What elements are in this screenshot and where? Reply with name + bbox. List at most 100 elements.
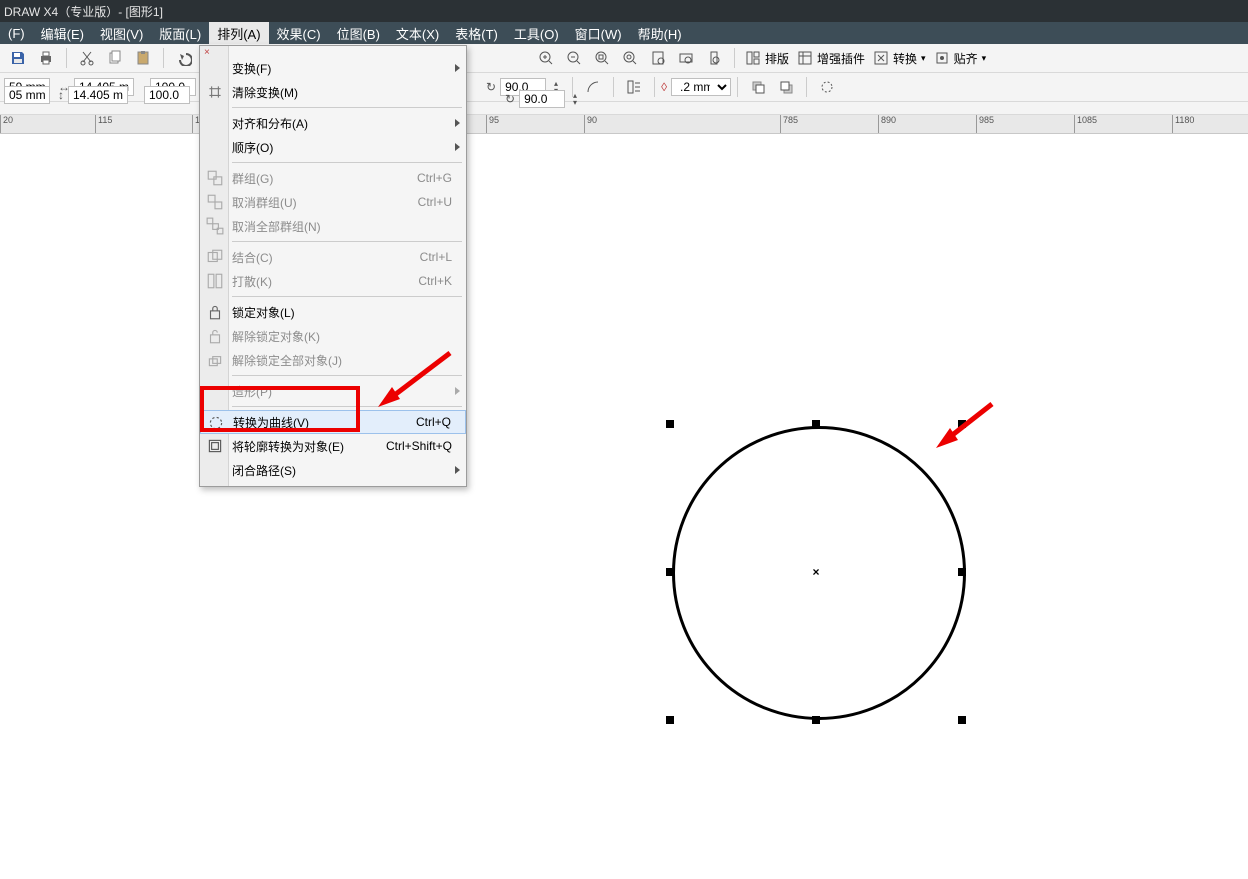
ruler-tick: 20 xyxy=(3,115,13,125)
dd-label: 转换为曲线(V) xyxy=(233,414,309,431)
y-field[interactable] xyxy=(4,86,50,104)
dd-label: 解除锁定全部对象(J) xyxy=(232,352,342,369)
scale-h-field[interactable] xyxy=(144,86,190,104)
cut-icon[interactable] xyxy=(76,47,98,69)
menu-edit[interactable]: 编辑(E) xyxy=(33,22,92,44)
dd-convert-to-curve[interactable]: 转换为曲线(V) Ctrl+Q xyxy=(200,410,466,434)
title-text: DRAW X4（专业版）- [图形1] xyxy=(4,3,163,20)
zoom-out-icon[interactable] xyxy=(563,47,585,69)
zoom-all-icon[interactable] xyxy=(619,47,641,69)
ruler-tick: 95 xyxy=(489,115,499,125)
dd-unlock-all: 解除锁定全部对象(J) xyxy=(200,348,466,372)
height-field[interactable] xyxy=(68,86,128,104)
dd-label: 闭合路径(S) xyxy=(232,462,296,479)
separator xyxy=(66,48,67,68)
sel-handle-tm[interactable] xyxy=(812,420,820,428)
menu-layout[interactable]: 版面(L) xyxy=(151,22,209,44)
submenu-arrow-icon xyxy=(455,466,460,474)
menu-effects[interactable]: 效果(C) xyxy=(269,22,329,44)
convert-icon xyxy=(873,50,889,66)
zoom-width-icon[interactable] xyxy=(675,47,697,69)
submenu-arrow-icon xyxy=(455,387,460,395)
app-root: DRAW X4（专业版）- [图形1] (F) 编辑(E) 视图(V) 版面(L… xyxy=(0,0,1248,879)
paste-icon[interactable] xyxy=(132,47,154,69)
zoom-height-icon[interactable] xyxy=(703,47,725,69)
ruler-tick: 890 xyxy=(881,115,896,125)
sel-handle-br[interactable] xyxy=(958,716,966,724)
combine-icon xyxy=(206,248,224,266)
snap-icon xyxy=(934,50,950,66)
layout-button[interactable]: 排版 xyxy=(745,50,789,67)
dd-shortcut: Ctrl+Q xyxy=(416,415,451,429)
dd-clear-transform[interactable]: 清除变换(M) xyxy=(200,80,466,104)
dd-order[interactable]: 顺序(O) xyxy=(200,135,466,159)
arc-icon[interactable] xyxy=(582,76,604,98)
dd-label: 取消全部群组(N) xyxy=(232,218,321,235)
dd-lock[interactable]: 锁定对象(L) xyxy=(200,300,466,324)
dd-separator xyxy=(232,241,462,242)
plugin-button[interactable]: 增强插件 xyxy=(797,50,865,67)
outline-field[interactable]: .2 mm xyxy=(671,78,731,96)
zoom-page-icon[interactable] xyxy=(647,47,669,69)
dd-transform[interactable]: 变换(F) xyxy=(200,56,466,80)
ruler-tick: 1085 xyxy=(1077,115,1097,125)
ruler-tick: 985 xyxy=(979,115,994,125)
convert-label: 转换 xyxy=(893,50,917,67)
dd-shape: 造形(P) xyxy=(200,379,466,403)
angle2-stepper[interactable]: ▴▾ xyxy=(568,88,582,110)
separator xyxy=(806,77,807,97)
submenu-arrow-icon xyxy=(455,119,460,127)
lock-icon xyxy=(206,303,224,321)
dd-align-distribute[interactable]: 对齐和分布(A) xyxy=(200,111,466,135)
menu-tools[interactable]: 工具(O) xyxy=(506,22,567,44)
menu-help[interactable]: 帮助(H) xyxy=(630,22,690,44)
canvas[interactable]: × xyxy=(0,134,1248,879)
sel-handle-ml[interactable] xyxy=(666,568,674,576)
sel-handle-tl[interactable] xyxy=(666,420,674,428)
dd-ungroup-all: 取消全部群组(N) xyxy=(200,214,466,238)
rotate-icon: ↻ xyxy=(486,80,496,94)
dd-label: 将轮廓转换为对象(E) xyxy=(232,438,344,455)
menu-table[interactable]: 表格(T) xyxy=(447,22,506,44)
to-curve-icon[interactable] xyxy=(816,76,838,98)
menu-window[interactable]: 窗口(W) xyxy=(567,22,630,44)
copy-icon[interactable] xyxy=(104,47,126,69)
sel-handle-bm[interactable] xyxy=(812,716,820,724)
dd-shortcut: Ctrl+K xyxy=(418,274,452,288)
menu-arrange[interactable]: 排列(A) xyxy=(209,22,268,44)
menu-file[interactable]: (F) xyxy=(0,22,33,44)
sel-handle-tr[interactable] xyxy=(958,420,966,428)
to-front-icon[interactable] xyxy=(747,76,769,98)
sel-handle-bl[interactable] xyxy=(666,716,674,724)
outline-obj-icon xyxy=(206,437,224,455)
sel-handle-mr[interactable] xyxy=(958,568,966,576)
snap-button[interactable]: 贴齐 ▾ xyxy=(934,50,987,67)
separator xyxy=(734,48,735,68)
titlebar: DRAW X4（专业版）- [图形1] xyxy=(0,0,1248,22)
dd-close-path[interactable]: 闭合路径(S) xyxy=(200,458,466,482)
dd-ungroup: 取消群组(U) Ctrl+U xyxy=(200,190,466,214)
dd-combine: 结合(C) Ctrl+L xyxy=(200,245,466,269)
menu-bitmap[interactable]: 位图(B) xyxy=(329,22,388,44)
save-icon[interactable] xyxy=(7,47,29,69)
dd-label: 结合(C) xyxy=(232,249,273,266)
submenu-arrow-icon xyxy=(455,143,460,151)
convert-button[interactable]: 转换 ▾ xyxy=(873,50,926,67)
outline-icon: ◊ xyxy=(661,80,667,94)
angle2-field[interactable] xyxy=(519,90,565,108)
separator xyxy=(654,77,655,97)
print-icon[interactable] xyxy=(35,47,57,69)
menu-view[interactable]: 视图(V) xyxy=(92,22,151,44)
ruler-horizontal: 20 115 195 95 90 785 890 985 1085 1180 xyxy=(0,115,1248,134)
wrap-icon[interactable] xyxy=(623,76,645,98)
dd-outline-to-object[interactable]: 将轮廓转换为对象(E) Ctrl+Shift+Q xyxy=(200,434,466,458)
dd-unlock: 解除锁定对象(K) xyxy=(200,324,466,348)
dd-label: 顺序(O) xyxy=(232,139,273,156)
to-back-icon[interactable] xyxy=(775,76,797,98)
undo-icon[interactable] xyxy=(173,47,195,69)
ungroup-all-icon xyxy=(206,217,224,235)
zoom-in-icon[interactable] xyxy=(535,47,557,69)
dd-label: 对齐和分布(A) xyxy=(232,115,308,132)
zoom-selection-icon[interactable] xyxy=(591,47,613,69)
menu-text[interactable]: 文本(X) xyxy=(388,22,447,44)
